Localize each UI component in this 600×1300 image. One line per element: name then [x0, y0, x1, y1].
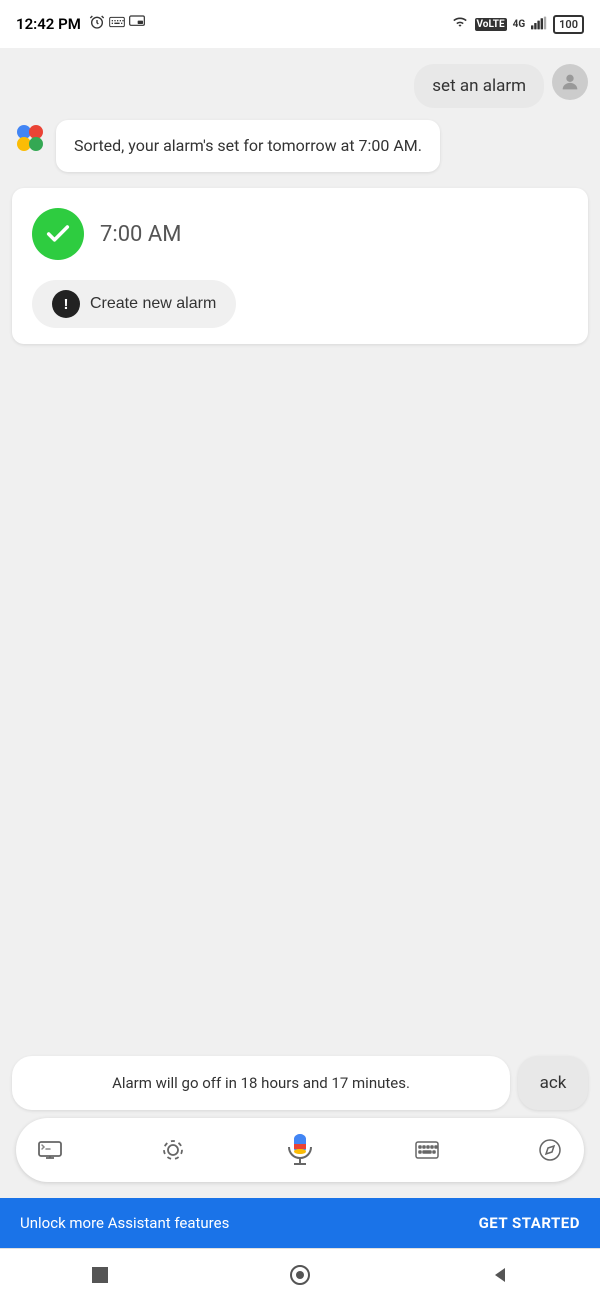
notification-row: Alarm will go off in 18 hours and 17 min…: [12, 1056, 588, 1111]
explore-icon[interactable]: [532, 1132, 568, 1168]
battery-icon: 100: [553, 15, 584, 34]
nav-back-button[interactable]: [486, 1261, 514, 1289]
microphone-button[interactable]: [278, 1128, 322, 1172]
assistant-row: Sorted, your alarm's set for tomorrow at…: [12, 120, 588, 172]
status-bar-left: 12:42 PM: [16, 14, 145, 34]
status-bar-right: VoLTE 4G 100: [451, 15, 585, 34]
volte-icon: VoLTE: [475, 18, 507, 31]
notification-bubble: Alarm will go off in 18 hours and 17 min…: [12, 1056, 510, 1111]
nav-home-button[interactable]: [286, 1261, 314, 1289]
status-time: 12:42 PM: [16, 15, 81, 33]
alarm-status-icon: [89, 14, 105, 34]
status-bar: 12:42 PM: [0, 0, 600, 48]
user-bubble: set an alarm: [414, 64, 544, 108]
assistant-bubble: Sorted, your alarm's set for tomorrow at…: [56, 120, 440, 172]
keyboard-icon[interactable]: [409, 1132, 445, 1168]
bottom-area: Alarm will go off in 18 hours and 17 min…: [0, 1056, 600, 1199]
4g-icon: 4G: [513, 19, 526, 30]
nav-bar: [0, 1248, 600, 1300]
alarm-time-display: 7:00 AM: [100, 222, 181, 247]
pip-status-icon: [129, 15, 145, 33]
banner-cta[interactable]: GET STARTED: [479, 1214, 580, 1232]
screenshot-icon[interactable]: [32, 1132, 68, 1168]
ack-bubble[interactable]: ack: [518, 1056, 588, 1111]
bottom-banner[interactable]: Unlock more Assistant features GET START…: [0, 1198, 600, 1248]
status-icons: [89, 14, 145, 34]
keyboard-status-icon: [109, 16, 125, 32]
user-avatar: [552, 64, 588, 100]
signal-icon: [531, 15, 547, 34]
alarm-check-icon: [32, 208, 84, 260]
create-alarm-label: Create new alarm: [90, 295, 216, 313]
alarm-card: 7:00 AM ! Create new alarm: [12, 188, 588, 344]
chat-area: set an alarm Sorted, your alarm's set fo…: [0, 48, 600, 1056]
create-alarm-button[interactable]: ! Create new alarm: [32, 280, 236, 328]
create-alarm-icon: !: [52, 290, 80, 318]
google-assistant-icon: [12, 120, 48, 156]
user-message-row: set an alarm: [12, 64, 588, 108]
lens-icon[interactable]: [155, 1132, 191, 1168]
alarm-time-row: 7:00 AM: [32, 208, 568, 260]
nav-square-button[interactable]: [86, 1261, 114, 1289]
banner-text: Unlock more Assistant features: [20, 1214, 229, 1232]
input-bar: [16, 1118, 584, 1182]
wifi-icon: [451, 15, 469, 34]
